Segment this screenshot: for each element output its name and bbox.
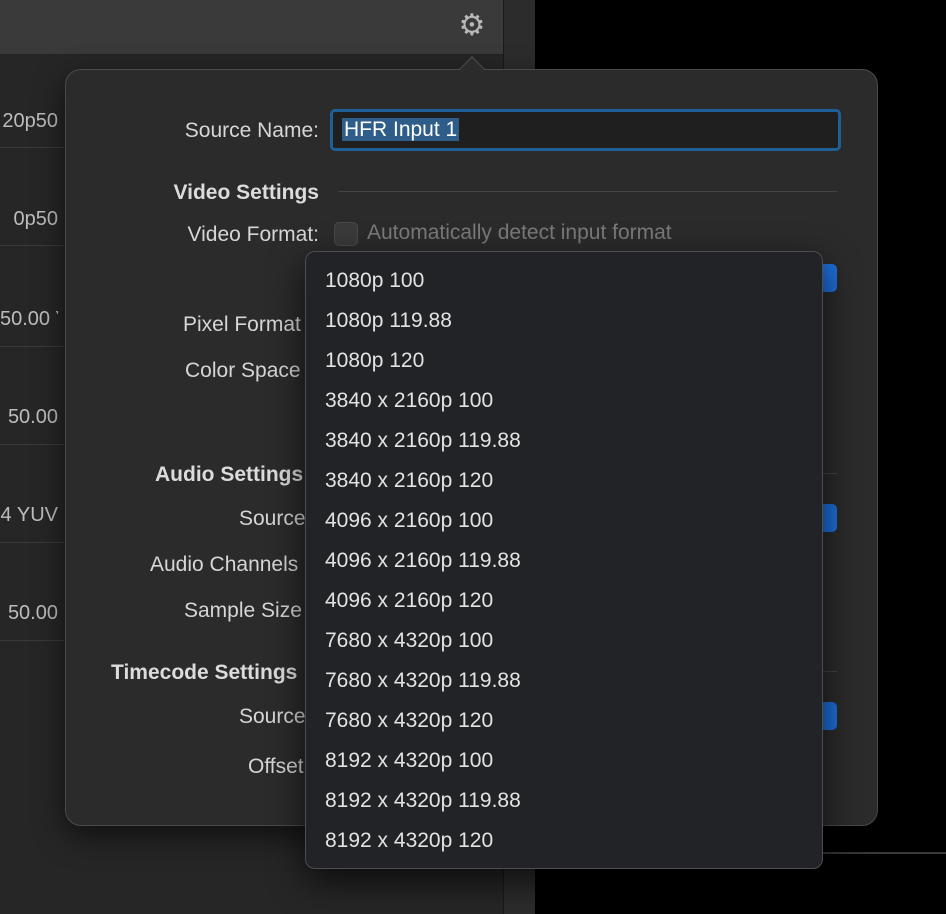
list-row-divider (0, 245, 64, 246)
menu-item-3840x2160p-100[interactable]: 3840 x 2160p 100 (306, 381, 822, 421)
sample-size-label: Sample Size (184, 599, 302, 622)
list-item-value: 4 YUV (0, 504, 58, 526)
audio-source-popup-button[interactable] (823, 504, 837, 532)
menu-item-7680x4320p-120[interactable]: 7680 x 4320p 120 (306, 701, 822, 741)
video-settings-heading: Video Settings (173, 181, 319, 204)
menu-item-3840x2160p-120[interactable]: 3840 x 2160p 120 (306, 461, 822, 501)
menu-item-4096x2160p-119-88[interactable]: 4096 x 2160p 119.88 (306, 541, 822, 581)
toolbar (0, 0, 503, 55)
menu-item-8192x4320p-119-88[interactable]: 8192 x 4320p 119.88 (306, 781, 822, 821)
list-item-format: 20p50 (2, 110, 58, 132)
list-item-value: 50.00 (7, 406, 58, 428)
audio-settings-separator (823, 473, 837, 474)
video-format-popup-button[interactable] (823, 264, 837, 292)
menu-item-7680x4320p-119-88[interactable]: 7680 x 4320p 119.88 (306, 661, 822, 701)
timecode-settings-separator (823, 671, 837, 672)
auto-detect-checkbox[interactable] (334, 222, 358, 246)
auto-detect-label: Automatically detect input format (367, 221, 672, 244)
audio-channels-label: Audio Channels (150, 553, 299, 576)
source-name-label: Source Name: (184, 119, 319, 142)
source-name-value: HFR Input 1 (342, 118, 460, 141)
menu-item-1080p-119-88[interactable]: 1080p 119.88 (306, 301, 822, 341)
menu-item-4096x2160p-100[interactable]: 4096 x 2160p 100 (306, 501, 822, 541)
list-item-format: 0p50 (13, 208, 59, 230)
list-row-divider (0, 147, 64, 148)
preview-divider (823, 852, 946, 854)
list-row-divider (0, 346, 64, 347)
pixel-format-label: Pixel Format (183, 313, 301, 336)
video-format-menu: 1080p 100 1080p 119.88 1080p 120 3840 x … (305, 251, 823, 869)
list-item-value: 50.00 (7, 602, 58, 624)
list-item-value: 50.00 Y (0, 308, 58, 330)
list-row-divider (0, 640, 64, 641)
menu-item-3840x2160p-119-88[interactable]: 3840 x 2160p 119.88 (306, 421, 822, 461)
menu-item-8192x4320p-100[interactable]: 8192 x 4320p 100 (306, 741, 822, 781)
menu-item-4096x2160p-120[interactable]: 4096 x 2160p 120 (306, 581, 822, 621)
list-row-divider (0, 444, 64, 445)
menu-item-7680x4320p-100[interactable]: 7680 x 4320p 100 (306, 621, 822, 661)
video-settings-separator (338, 191, 837, 192)
timecode-source-popup-button[interactable] (823, 702, 837, 730)
list-row-divider (0, 542, 64, 543)
menu-item-1080p-100[interactable]: 1080p 100 (306, 261, 822, 301)
source-name-input[interactable]: HFR Input 1 (330, 109, 841, 151)
popover-arrow-fill (460, 58, 484, 70)
timecode-settings-heading: Timecode Settings (111, 661, 298, 684)
video-format-label: Video Format: (187, 223, 319, 246)
menu-item-1080p-120[interactable]: 1080p 120 (306, 341, 822, 381)
gear-icon[interactable]: ⚙ (456, 10, 488, 42)
menu-item-8192x4320p-120[interactable]: 8192 x 4320p 120 (306, 821, 822, 861)
